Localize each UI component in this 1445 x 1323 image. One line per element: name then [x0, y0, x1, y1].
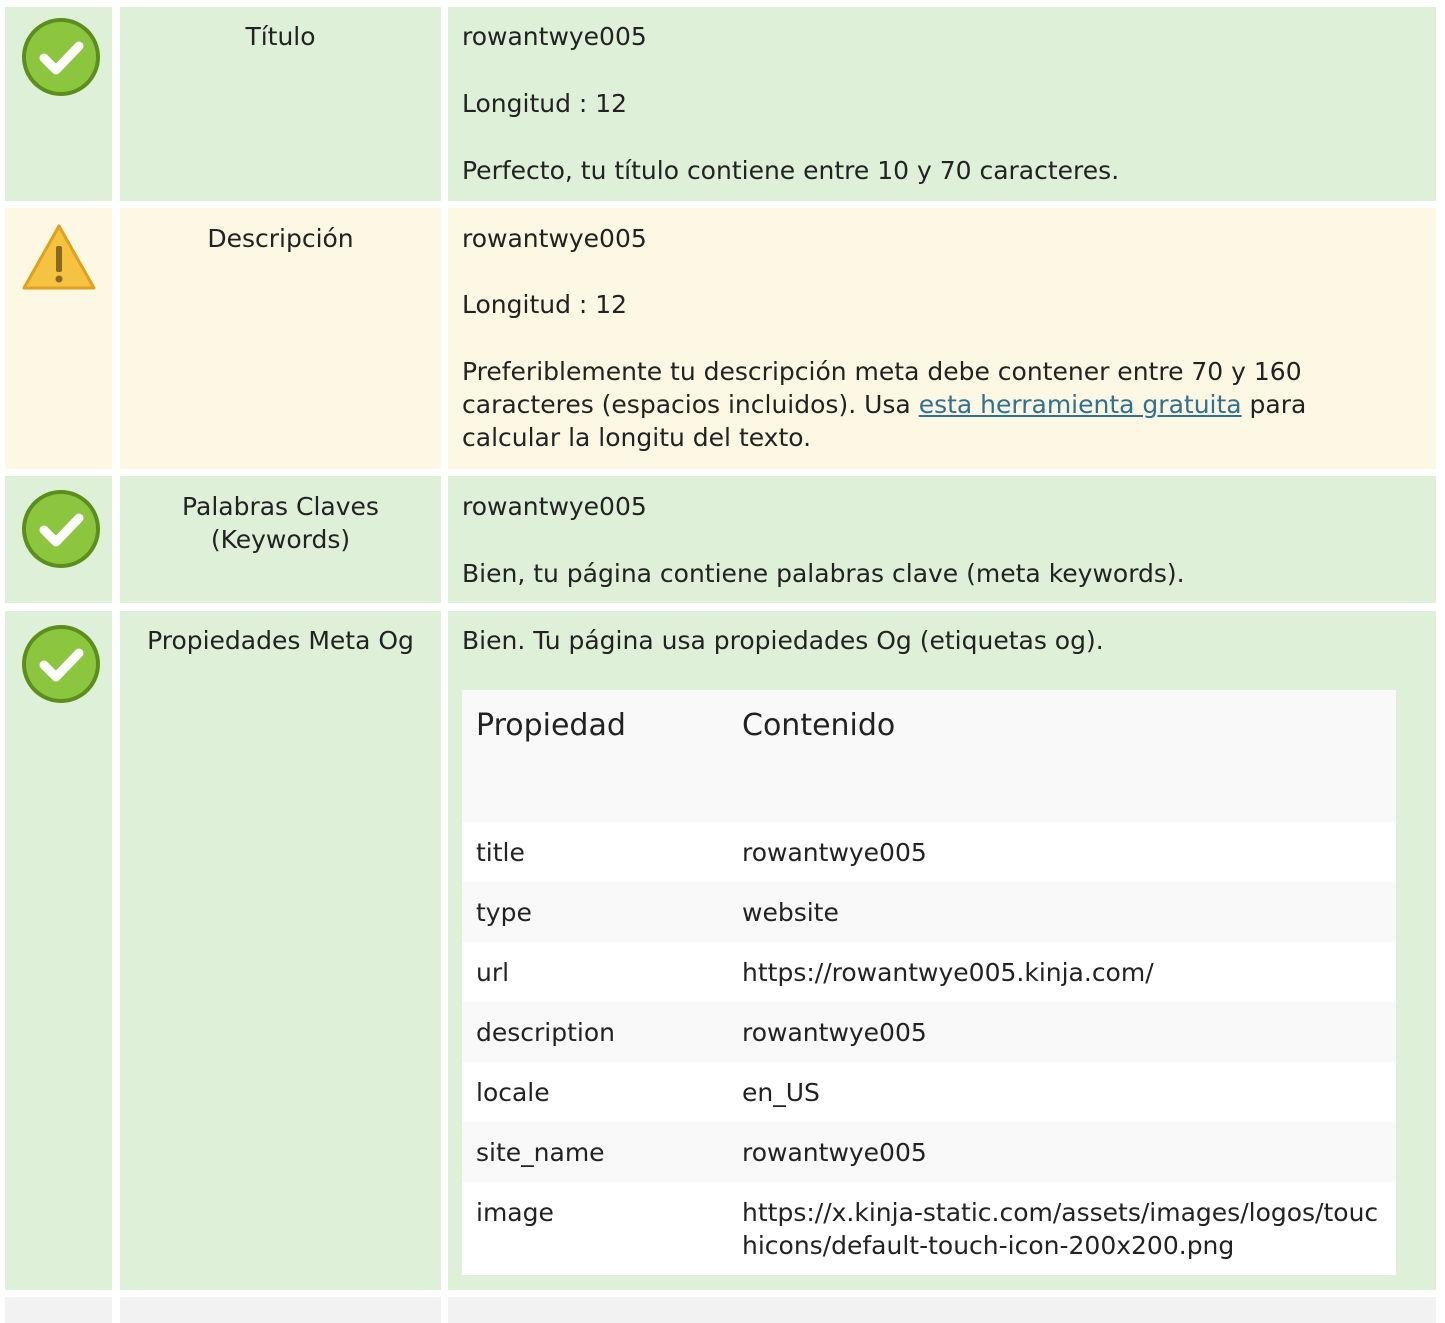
status-cell-description	[5, 208, 112, 469]
cell-property: description	[476, 1018, 616, 1047]
label-cell-keywords: Palabras Claves (Keywords)	[120, 476, 441, 603]
table-header: Propiedad Contenido	[462, 690, 1396, 822]
table-row: url https://rowantwye005.kinja.com/	[462, 942, 1396, 1002]
cell-content: https://x.kinja-static.com/assets/images…	[742, 1198, 1379, 1260]
label-cell-description: Descripción	[120, 208, 441, 469]
cell-property: url	[476, 958, 510, 987]
check-circle-icon	[22, 490, 100, 568]
description-value: rowantwye005	[462, 224, 647, 253]
content-cell-title: rowantwye005 Longitud : 12 Perfecto, tu …	[448, 7, 1436, 201]
cell-content: https://rowantwye005.kinja.com/	[742, 958, 1154, 987]
header-content: Contenido	[742, 708, 896, 743]
row-label: Descripción	[207, 224, 354, 253]
label-cell-og: Propiedades Meta Og	[120, 611, 441, 1290]
warning-triangle-icon	[22, 224, 96, 290]
table-row: description rowantwye005	[462, 1002, 1396, 1062]
table-row: site_name rowantwye005	[462, 1122, 1396, 1182]
cell-content: rowantwye005	[742, 1018, 927, 1047]
status-cell-keywords	[5, 476, 112, 603]
row-label-sub: (Keywords)	[210, 525, 351, 554]
table-row: type website	[462, 882, 1396, 942]
cell-content: en_US	[742, 1078, 820, 1107]
check-circle-icon	[22, 625, 100, 703]
description-message: Preferiblemente tu descripción meta debe…	[462, 355, 1382, 454]
cell-content: rowantwye005	[742, 1138, 927, 1167]
check-circle-icon	[22, 18, 100, 96]
cell-property: locale	[476, 1078, 550, 1107]
keywords-message: Bien, tu página contiene palabras clave …	[462, 559, 1185, 588]
cell-property: type	[476, 898, 532, 927]
row-label: Propiedades Meta Og	[147, 626, 414, 655]
cell-property: image	[476, 1198, 554, 1227]
next-row-label-cell	[120, 1297, 441, 1323]
free-tool-link[interactable]: esta herramienta gratuita	[919, 390, 1242, 419]
table-row: image https://x.kinja-static.com/assets/…	[462, 1182, 1396, 1275]
table-body: title rowantwye005 type website url http…	[462, 822, 1396, 1275]
next-row-content-cell	[448, 1297, 1436, 1323]
cell-content: rowantwye005	[742, 838, 927, 867]
content-cell-keywords: rowantwye005 Bien, tu página contiene pa…	[448, 476, 1436, 603]
keywords-value: rowantwye005	[462, 492, 647, 521]
cell-property: site_name	[476, 1138, 605, 1167]
description-length: Longitud : 12	[462, 290, 628, 319]
cell-content: website	[742, 898, 839, 927]
row-label: Palabras Claves	[182, 492, 379, 521]
status-cell-og	[5, 611, 112, 1290]
content-cell-description: rowantwye005 Longitud : 12 Preferiblemen…	[448, 208, 1436, 469]
content-cell-og: Bien. Tu página usa propiedades Og (etiq…	[448, 611, 1436, 1290]
table-row: title rowantwye005	[462, 822, 1396, 882]
cell-property: title	[476, 838, 525, 867]
table-row: locale en_US	[462, 1062, 1396, 1122]
header-property: Propiedad	[476, 708, 626, 743]
title-value: rowantwye005	[462, 22, 647, 51]
row-label: Título	[245, 22, 316, 51]
title-message: Perfecto, tu título contiene entre 10 y …	[462, 156, 1120, 185]
title-length: Longitud : 12	[462, 89, 628, 118]
og-message: Bien. Tu página usa propiedades Og (etiq…	[462, 626, 1104, 655]
next-row-status-cell	[5, 1297, 112, 1323]
label-cell-title: Título	[120, 7, 441, 201]
status-cell-title	[5, 7, 112, 201]
og-properties-table: Propiedad Contenido title rowantwye005 t…	[462, 690, 1396, 1275]
